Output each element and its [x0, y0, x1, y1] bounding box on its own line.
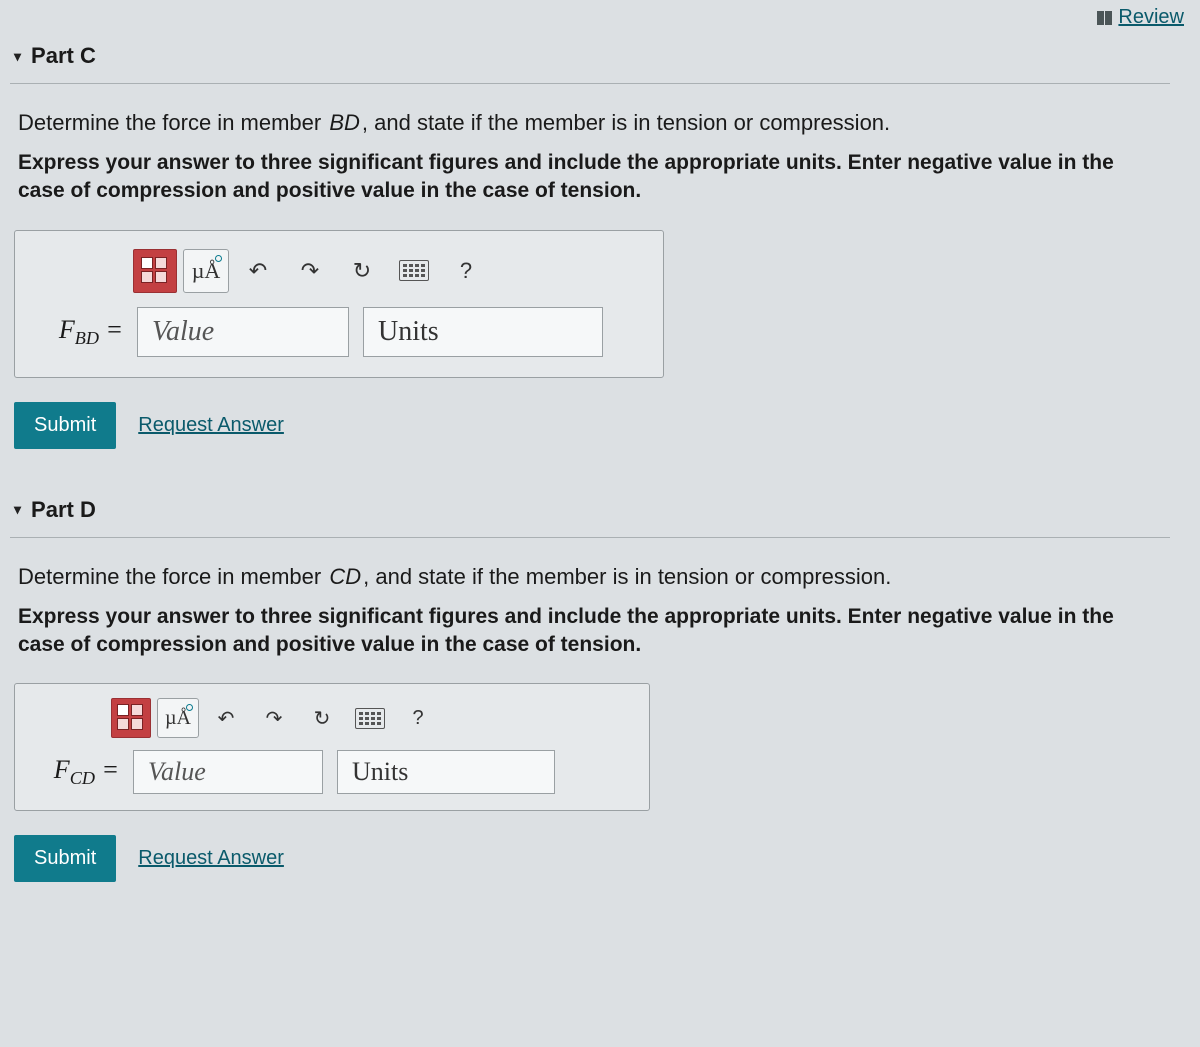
redo-icon[interactable]: ↷: [287, 249, 333, 293]
value-input[interactable]: Value: [137, 307, 349, 357]
undo-icon[interactable]: ↶: [235, 249, 281, 293]
prompt-text: Determine the force in member BD, and st…: [10, 106, 1170, 139]
submit-button[interactable]: Submit: [14, 835, 116, 882]
value-input[interactable]: Value: [133, 750, 323, 794]
part-title: Part C: [31, 43, 96, 69]
units-input[interactable]: Units: [337, 750, 555, 794]
divider: [10, 537, 1170, 538]
request-answer-link[interactable]: Request Answer: [138, 414, 284, 437]
part-d: ▾ Part D Determine the force in member C…: [0, 485, 1200, 919]
help-icon[interactable]: ?: [443, 249, 489, 293]
help-icon[interactable]: ?: [397, 698, 439, 738]
formula-toolbar: µÅ ↶ ↷ ↻ ?: [111, 698, 631, 738]
review-icon: [1097, 11, 1112, 25]
instructions-text: Express your answer to three significant…: [10, 139, 1170, 230]
answer-box: µÅ ↶ ↷ ↻ ? FBD = Value Units: [14, 230, 664, 378]
member-name: BD: [327, 110, 362, 135]
reset-icon[interactable]: ↻: [301, 698, 343, 738]
instructions-text: Express your answer to three significant…: [10, 593, 1170, 684]
member-name: CD: [327, 564, 363, 589]
request-answer-link[interactable]: Request Answer: [138, 847, 284, 870]
template-icon[interactable]: [111, 698, 151, 738]
undo-icon[interactable]: ↶: [205, 698, 247, 738]
prompt-text: Determine the force in member CD, and st…: [10, 560, 1170, 593]
review-link[interactable]: Review: [1097, 6, 1184, 29]
collapse-caret-icon[interactable]: ▾: [14, 48, 21, 65]
part-title: Part D: [31, 497, 96, 523]
mu-button[interactable]: µÅ: [183, 249, 229, 293]
units-input[interactable]: Units: [363, 307, 603, 357]
formula-toolbar: µÅ ↶ ↷ ↻ ?: [133, 249, 641, 293]
submit-button[interactable]: Submit: [14, 402, 116, 449]
variable-label: FBD =: [37, 315, 123, 349]
review-label: Review: [1118, 6, 1184, 29]
keyboard-icon[interactable]: [349, 698, 391, 738]
variable-label: FCD =: [33, 755, 119, 789]
mu-button[interactable]: µÅ: [157, 698, 199, 738]
keyboard-icon[interactable]: [391, 249, 437, 293]
answer-box: µÅ ↶ ↷ ↻ ? FCD = Value Units: [14, 683, 650, 811]
reset-icon[interactable]: ↻: [339, 249, 385, 293]
template-icon[interactable]: [133, 249, 177, 293]
part-c: ▾ Part C Determine the force in member B…: [0, 31, 1200, 485]
redo-icon[interactable]: ↷: [253, 698, 295, 738]
divider: [10, 83, 1170, 84]
collapse-caret-icon[interactable]: ▾: [14, 501, 21, 518]
